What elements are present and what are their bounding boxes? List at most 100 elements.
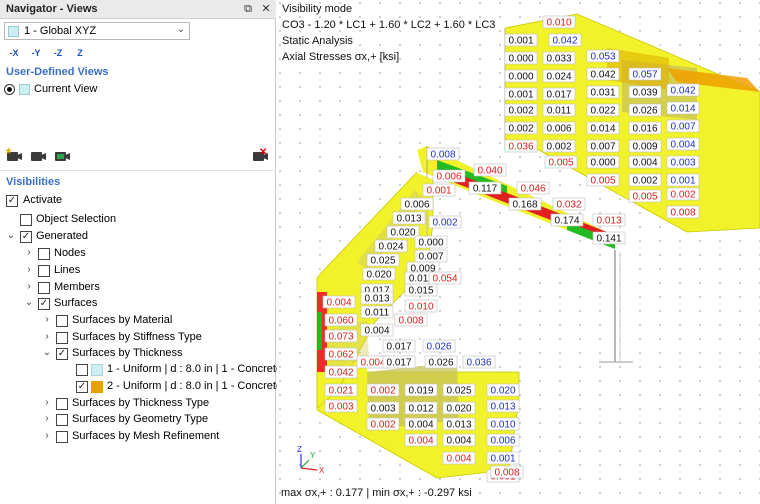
divider: [0, 170, 276, 171]
navigator-titlebar: Navigator - Views ⧉ ✕: [0, 0, 276, 19]
label-text: 0.031: [590, 88, 615, 99]
result-value-label: 0.001: [666, 173, 700, 187]
view-y-axis-button[interactable]: -Y: [26, 43, 46, 61]
surfaces-by-thickness-checkbox[interactable]: ✓: [56, 348, 68, 360]
chevron-right-icon[interactable]: ›: [42, 331, 52, 342]
result-value-label: 0.008: [394, 313, 428, 327]
chevron-right-icon[interactable]: ›: [24, 264, 34, 275]
label-text: 0.004: [670, 140, 695, 151]
chevron-right-icon[interactable]: ›: [42, 413, 52, 424]
label-text: 0.020: [390, 228, 415, 239]
result-value-label: 0.004: [360, 323, 394, 337]
generated-checkbox[interactable]: ✓: [20, 231, 32, 243]
model-viewport[interactable]: 0.010 0.001 0.042 0.000 0.033 0.053 0.000 0.024…: [277, 0, 760, 504]
surfaces-by-stiffness-checkbox[interactable]: [56, 332, 68, 344]
label-text: 0.008: [398, 316, 423, 327]
user-defined-views-heading: User-Defined Views: [6, 66, 109, 78]
label-text: 0.141: [596, 234, 621, 245]
view-iso-dropdown-button[interactable]: Z: [70, 43, 90, 61]
result-value-label: 0.026: [424, 355, 458, 369]
current-view-swatch: [19, 84, 30, 95]
label-text: 0.010: [546, 18, 571, 29]
label-text: 0.026: [426, 342, 451, 353]
label-text: 0.017: [386, 358, 411, 369]
view-z-axis-button[interactable]: -Z: [48, 43, 68, 61]
result-value-label: 0.073: [324, 329, 358, 343]
result-value-label: 0.060: [324, 313, 358, 327]
surfaces-by-material-checkbox[interactable]: [56, 315, 68, 327]
label-text: 0.013: [364, 294, 389, 305]
thickness-item-1-label: 1 - Uniform | d : 8.0 in | 1 - Concrete …: [107, 363, 298, 375]
activate-checkbox[interactable]: ✓: [6, 195, 18, 207]
label-text: 0.013: [446, 420, 471, 431]
label-text: 0.040: [477, 166, 502, 177]
members-checkbox[interactable]: [38, 282, 50, 294]
surfaces-by-mesh-label: Surfaces by Mesh Refinement: [72, 430, 220, 442]
view-item-current[interactable]: Current View: [4, 82, 264, 99]
result-value-label: 0.001: [504, 87, 538, 101]
app-window: Navigator - Views ⧉ ✕ 1 - Global XYZ ⌄ -…: [0, 0, 760, 504]
label-text: 0.073: [328, 332, 353, 343]
new-view-camera-icon[interactable]: [4, 147, 24, 165]
label-text: 0.017: [386, 342, 411, 353]
delete-view-camera-icon[interactable]: ✕: [250, 147, 270, 165]
load-combination-text: CO3 - 1.20 * LC1 + 1.60 * LC2 + 1.60 * L…: [282, 19, 496, 31]
label-text: 0.006: [546, 124, 571, 135]
lines-checkbox[interactable]: [38, 265, 50, 277]
result-value-label: 0.013: [592, 213, 626, 227]
label-text: 0.025: [370, 256, 395, 267]
label-text: 0.002: [370, 386, 395, 397]
label-text: 0.060: [328, 316, 353, 327]
result-value-label: 0.008: [666, 205, 700, 219]
result-value-label: 0.025: [366, 253, 400, 267]
result-summary-status: max σx,+ : 0.177 | min σx,+ : -0.297 ksi: [281, 487, 472, 499]
thickness-item-2-checkbox[interactable]: ✓: [76, 381, 88, 393]
pin-icon[interactable]: ⧉: [241, 2, 255, 16]
result-value-label: 0.004: [322, 295, 356, 309]
camera-green-icon[interactable]: [52, 147, 72, 165]
model-canvas[interactable]: 0.010 0.001 0.042 0.000 0.033 0.053 0.000 0.024…: [277, 0, 760, 504]
label-text: 0.001: [490, 454, 515, 465]
result-value-label: 0.002: [366, 383, 400, 397]
label-text: 0.053: [590, 52, 615, 63]
chevron-right-icon[interactable]: ›: [42, 314, 52, 325]
label-text: 0.007: [670, 122, 695, 133]
chevron-right-icon[interactable]: ›: [24, 247, 34, 258]
chevron-right-icon[interactable]: ›: [24, 281, 34, 292]
current-view-radio[interactable]: [4, 84, 15, 95]
label-text: 0.004: [632, 158, 657, 169]
label-text: 0.026: [632, 106, 657, 117]
label-text: 0.000: [508, 72, 533, 83]
object-selection-checkbox[interactable]: [20, 214, 32, 226]
result-value-label: 0.004: [404, 417, 438, 431]
view-x-axis-button[interactable]: -X: [4, 43, 24, 61]
nodes-checkbox[interactable]: [38, 248, 50, 260]
label-text: 0.004: [446, 436, 471, 447]
label-text: 0.008: [670, 208, 695, 219]
result-value-label: 0.016: [628, 121, 662, 135]
surfaces-by-thickness-type-checkbox[interactable]: [56, 398, 68, 410]
result-value-label: 0.004: [404, 433, 438, 447]
chevron-right-icon[interactable]: ›: [42, 430, 52, 441]
thickness-item-1-checkbox[interactable]: [76, 364, 88, 376]
surfaces-checkbox[interactable]: ✓: [38, 298, 50, 310]
result-value-label: 0.031: [586, 85, 620, 99]
label-text: 0.005: [590, 176, 615, 187]
label-text: 0.004: [408, 436, 433, 447]
label-text: 0.020: [490, 386, 515, 397]
result-value-label: 0.010: [404, 299, 438, 313]
surfaces-by-geometry-checkbox[interactable]: [56, 414, 68, 426]
chevron-right-icon[interactable]: ›: [42, 397, 52, 408]
thickness-item-2-swatch: [91, 381, 103, 393]
chevron-down-icon[interactable]: ⌄: [24, 297, 34, 308]
view-select-dropdown[interactable]: 1 - Global XYZ ⌄: [4, 22, 190, 40]
surfaces-by-mesh-checkbox[interactable]: [56, 431, 68, 443]
label-text: 0.006: [404, 200, 429, 211]
axis-y-label: Y: [310, 451, 316, 460]
result-value-label: 0.015: [404, 283, 438, 297]
chevron-down-icon[interactable]: ⌄: [42, 347, 52, 358]
camera-icon[interactable]: [28, 147, 48, 165]
close-icon[interactable]: ✕: [259, 2, 273, 16]
chevron-down-icon[interactable]: ⌄: [6, 230, 16, 241]
view-select-value: 1 - Global XYZ: [24, 25, 97, 37]
